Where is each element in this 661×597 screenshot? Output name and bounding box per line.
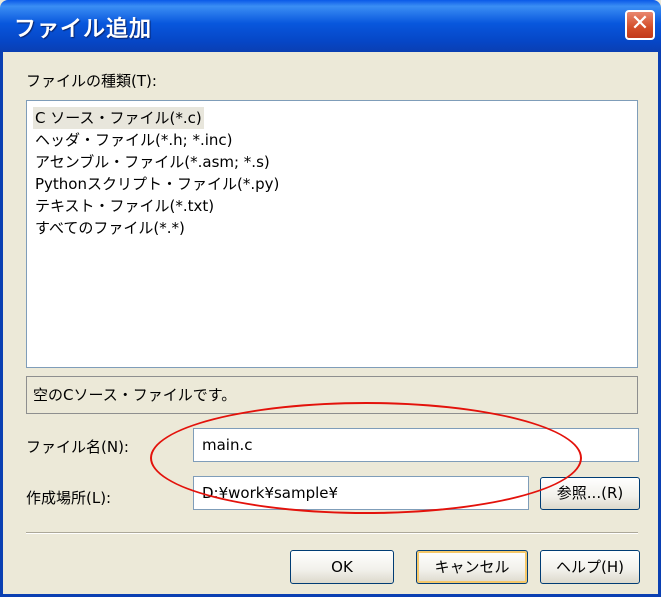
highlight-ellipse xyxy=(150,402,582,514)
close-button[interactable]: ✕ xyxy=(625,10,655,40)
file-type-label: ファイルの種類(T): xyxy=(26,72,157,90)
file-type-list[interactable]: C ソース・ファイル(*.c) ヘッダ・ファイル(*.h; *.inc) アセン… xyxy=(26,100,638,368)
list-item-c-source[interactable]: C ソース・ファイル(*.c) xyxy=(33,107,204,129)
list-item-text[interactable]: テキスト・ファイル(*.txt) xyxy=(33,195,216,217)
dialog-title: ファイル追加 xyxy=(14,17,153,42)
add-file-dialog: ファイル追加 ✕ ファイルの種類(T): C ソース・ファイル(*.c) ヘッダ… xyxy=(0,0,661,597)
ok-button[interactable]: OK xyxy=(290,550,394,584)
list-item-all-files[interactable]: すべてのファイル(*.*) xyxy=(33,217,187,239)
location-label: 作成場所(L): xyxy=(26,489,112,507)
file-name-label: ファイル名(N): xyxy=(26,438,129,456)
list-item-python[interactable]: Pythonスクリプト・ファイル(*.py) xyxy=(33,173,281,195)
title-bar[interactable]: ファイル追加 ✕ xyxy=(0,0,661,52)
close-icon: ✕ xyxy=(630,11,650,36)
cancel-button[interactable]: キャンセル xyxy=(416,550,528,584)
help-button[interactable]: ヘルプ(H) xyxy=(540,550,640,584)
separator xyxy=(26,532,638,534)
list-item-header[interactable]: ヘッダ・ファイル(*.h; *.inc) xyxy=(33,129,235,151)
list-item-assembly[interactable]: アセンブル・ファイル(*.asm; *.s) xyxy=(33,151,272,173)
